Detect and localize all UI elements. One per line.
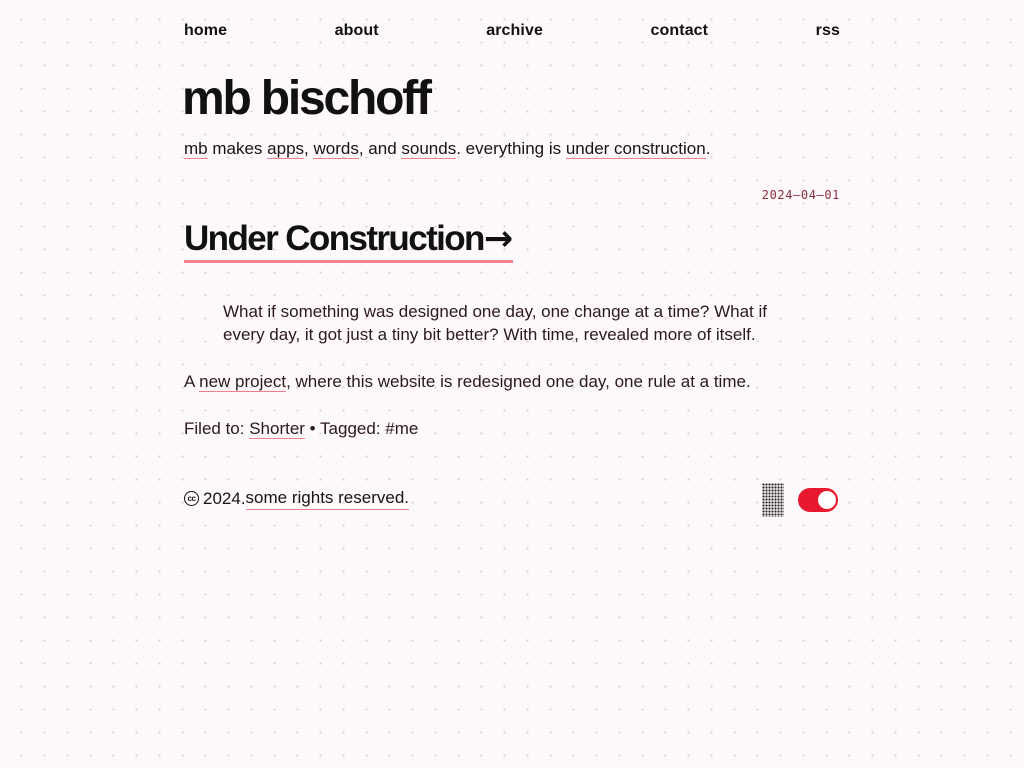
tagline-under-construction-link[interactable]: under construction xyxy=(565,139,706,159)
footer: cc 2024. some rights reserved. xyxy=(184,486,409,510)
theme-toggle[interactable] xyxy=(798,488,838,512)
post-blockquote: What if something was designed one day, … xyxy=(223,302,767,344)
tagline-text: . xyxy=(705,139,711,158)
body-text: A xyxy=(184,372,200,391)
post-body: A new project, where this website is red… xyxy=(184,370,751,393)
post-date: 2024–04–01 xyxy=(761,188,840,202)
nav-archive-link[interactable]: archive xyxy=(486,22,543,40)
nav-about-link[interactable]: about xyxy=(335,22,379,40)
tagged-label: Tagged: xyxy=(320,419,386,438)
tagline-sounds-link[interactable]: sounds xyxy=(401,139,457,159)
toggle-knob xyxy=(818,491,836,509)
category-link[interactable]: Shorter xyxy=(249,419,305,439)
site-title: mb bischoff xyxy=(182,72,432,125)
tagline-text: . everything is xyxy=(456,139,566,158)
filed-label: Filed to: xyxy=(184,419,250,438)
body-text: , where this website is redesigned one d… xyxy=(286,372,751,391)
nav-contact-link[interactable]: contact xyxy=(651,22,709,40)
tagline-words-link[interactable]: words xyxy=(313,139,359,159)
post-title-link[interactable]: Under Construction→ xyxy=(184,218,514,263)
footer-year: 2024. xyxy=(203,488,246,508)
tagline-apps-link[interactable]: apps xyxy=(267,139,305,159)
rights-link[interactable]: some rights reserved. xyxy=(245,486,409,510)
post-meta: Filed to: Shorter • Tagged: #me xyxy=(184,417,418,440)
site-tagline: mb makes apps, words, and sounds. everyt… xyxy=(184,138,710,159)
post-title-text: Under Construction xyxy=(184,219,485,258)
tagline-mb-link[interactable]: mb xyxy=(184,139,208,159)
dither-pattern-icon[interactable] xyxy=(762,483,784,517)
arrow-right-icon: → xyxy=(483,219,514,259)
tagline-text: , and xyxy=(358,139,402,158)
creative-commons-icon: cc xyxy=(184,490,199,506)
nav-rss-link[interactable]: rss xyxy=(816,22,840,40)
main-nav: home about archive contact rss xyxy=(184,22,840,40)
nav-home-link[interactable]: home xyxy=(184,22,227,40)
tagline-text: makes xyxy=(207,139,268,158)
tag-link[interactable]: #me xyxy=(385,419,418,438)
new-project-link[interactable]: new project xyxy=(199,372,287,392)
meta-separator: • xyxy=(304,419,321,438)
